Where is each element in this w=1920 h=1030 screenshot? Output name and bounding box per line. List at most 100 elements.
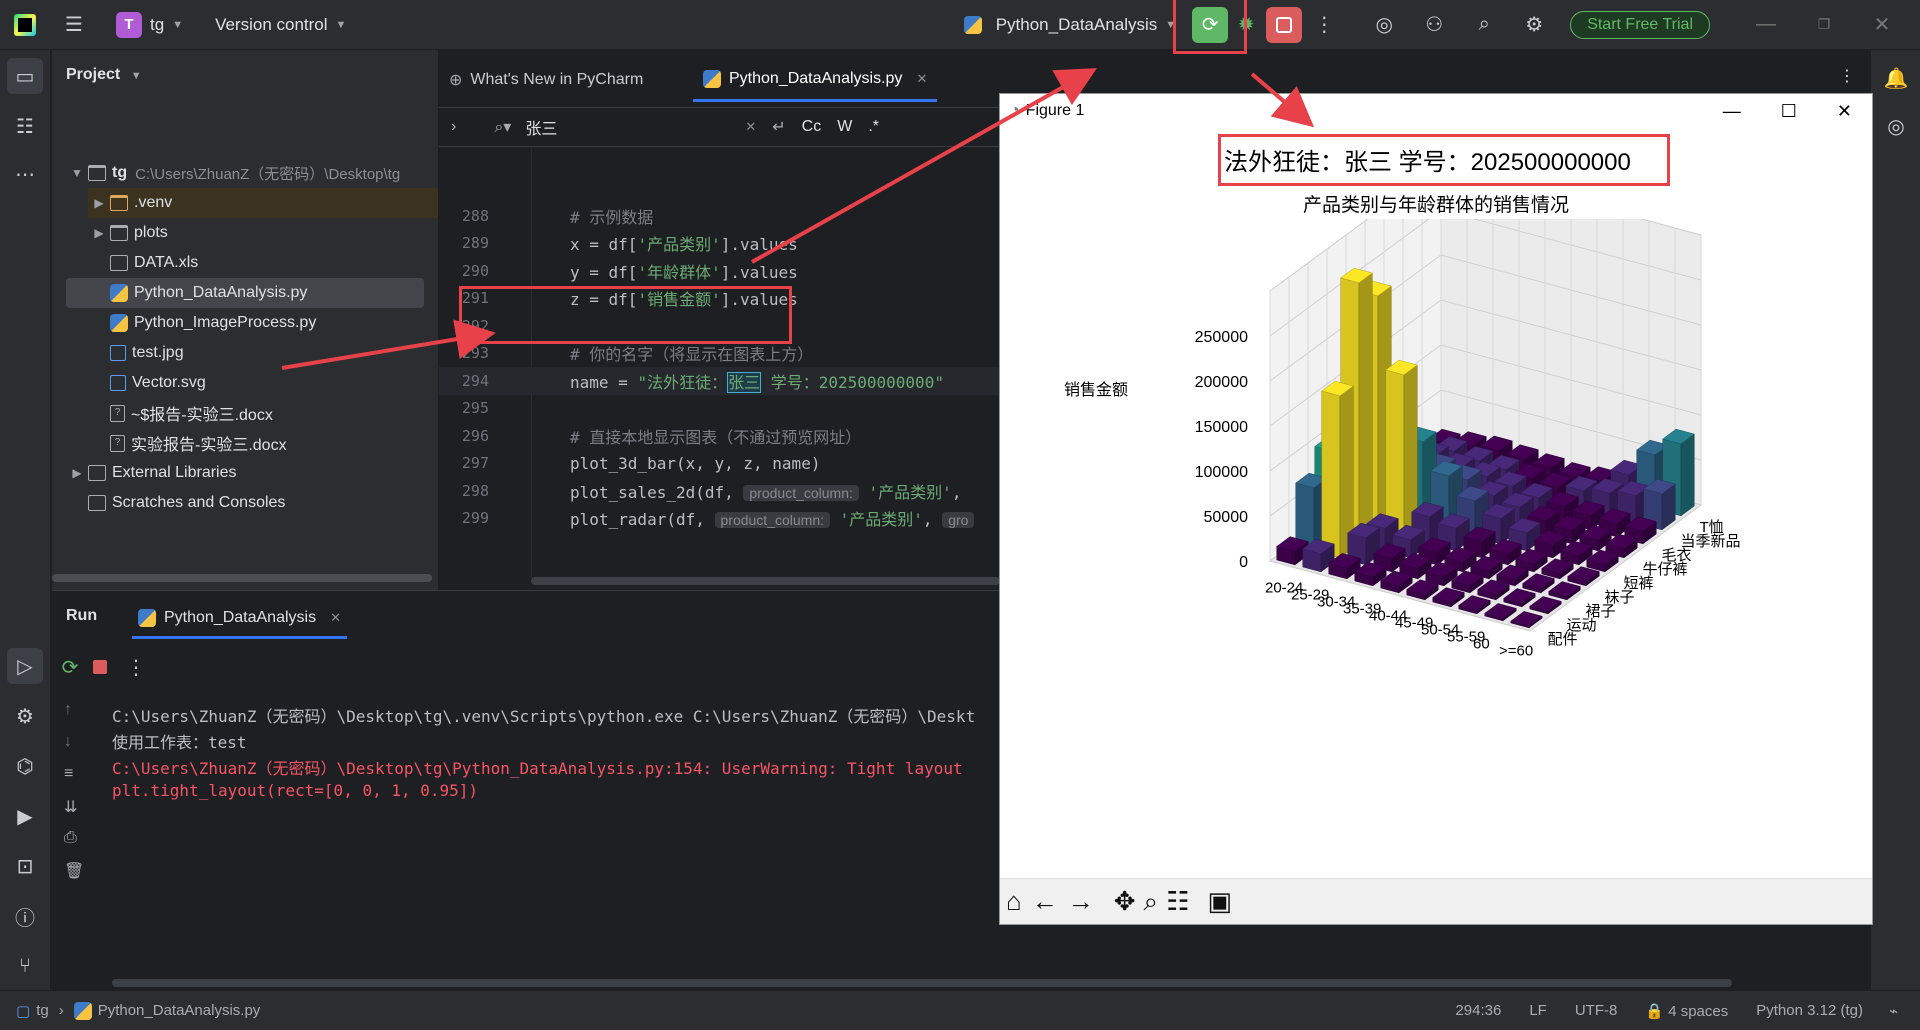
tree-item-scratches[interactable]: Scratches and Consoles — [88, 488, 285, 518]
settings-gear-icon[interactable]: ⚙ — [1516, 7, 1552, 43]
console-horizontal-scrollbar[interactable] — [112, 979, 1732, 987]
tree-item-external-libraries[interactable]: ▶ External Libraries — [66, 458, 237, 488]
breadcrumb-file[interactable]: Python_DataAnalysis.py — [98, 1002, 261, 1019]
folder-icon — [110, 225, 128, 241]
project-tool-icon[interactable]: ▭ — [7, 58, 43, 94]
tree-item-vector-svg[interactable]: Vector.svg — [110, 368, 206, 398]
file-encoding[interactable]: UTF-8 — [1575, 1002, 1618, 1019]
editor-horizontal-scrollbar[interactable] — [531, 577, 1000, 585]
close-window-icon[interactable]: ✕ — [1864, 7, 1900, 43]
python-file-icon — [110, 314, 128, 332]
tree-item-plots[interactable]: ▶ plots — [88, 218, 168, 248]
pan-icon[interactable]: ✥ — [1114, 886, 1136, 917]
code-text: # 示例数据 — [570, 204, 653, 228]
version-control-menu[interactable]: Version control ▼ — [205, 7, 356, 43]
services-icon[interactable]: ▶ — [7, 798, 43, 834]
find-input[interactable]: 张三 — [525, 115, 745, 139]
bar-front-face — [1321, 390, 1341, 559]
project-badge: T — [116, 11, 142, 38]
forward-arrow-icon[interactable]: → — [1068, 886, 1094, 917]
trash-icon[interactable]: 🗑 — [64, 861, 84, 881]
save-figure-icon[interactable]: ▣ — [1207, 886, 1232, 917]
restore-window-icon[interactable]: ❐ — [1806, 7, 1842, 43]
code-token: ].values — [720, 235, 798, 255]
more-actions-icon[interactable]: ⋮ — [118, 649, 154, 685]
stop-icon[interactable] — [82, 649, 118, 685]
git-status-icon[interactable]: ⌁ — [1889, 1002, 1898, 1020]
figure-logo-icon: ◔ — [1010, 102, 1020, 119]
close-tab-icon[interactable]: ✕ — [330, 610, 341, 626]
figure-maximize-icon[interactable]: ☐ — [1781, 101, 1797, 122]
match-case-toggle[interactable]: Cc — [802, 118, 822, 136]
tree-item-report-docx[interactable]: ? 实验报告-实验三.docx — [110, 428, 287, 458]
back-arrow-icon[interactable]: ← — [1032, 886, 1058, 917]
tree-item-root[interactable]: ▼ tg C:\Users\ZhuanZ（无密码）\Desktop\tg — [66, 158, 400, 188]
code-area[interactable]: 288 # 示例数据 289 x = df['产品类别'].values 290 y = … — [439, 202, 1000, 572]
project-panel-title: Project — [66, 66, 121, 83]
chevron-down-icon: ▼ — [130, 70, 142, 82]
soft-wrap-icon[interactable]: ≡ — [64, 765, 73, 783]
project-switcher[interactable]: T tg ▼ — [106, 7, 193, 43]
tree-label: Vector.svg — [132, 374, 206, 391]
project-panel-header[interactable]: Project ▼ — [66, 66, 142, 84]
code-token: ].values — [720, 262, 798, 282]
more-tools-icon[interactable]: ⋯ — [7, 156, 43, 192]
cursor-position[interactable]: 294:36 — [1455, 1002, 1501, 1019]
home-icon[interactable]: ⌂ — [1006, 886, 1022, 917]
problems-icon[interactable]: ⓘ — [7, 898, 43, 934]
start-free-trial-button[interactable]: Start Free Trial — [1570, 10, 1710, 39]
tab-whats-new[interactable]: ⊕ What's New in PyCharm — [449, 58, 643, 102]
python-console-icon[interactable]: ⌬ — [7, 748, 43, 784]
clear-search-icon[interactable]: ✕ — [745, 119, 756, 135]
scroll-to-end-icon[interactable]: ⇊ — [64, 797, 77, 817]
figure-minimize-icon[interactable]: — — [1723, 101, 1741, 122]
notifications-icon[interactable]: 🔔 — [1878, 60, 1914, 96]
print-icon[interactable]: ⎙ — [64, 829, 77, 847]
figure-close-icon[interactable]: ✕ — [1837, 101, 1852, 122]
scroll-up-icon[interactable]: ↑ — [64, 701, 72, 719]
indent-settings[interactable]: 🔒 4 spaces — [1645, 1002, 1728, 1020]
regex-toggle[interactable]: .* — [868, 118, 879, 136]
figure-titlebar[interactable]: ◔ Figure 1 — ☐ ✕ — [1000, 94, 1872, 128]
python-interpreter[interactable]: Python 3.12 (tg) — [1756, 1002, 1863, 1019]
line-separator[interactable]: LF — [1529, 1002, 1547, 1019]
run-config-selector[interactable]: Python_DataAnalysis ▼ — [954, 7, 1186, 43]
configure-subplots-icon[interactable]: ☷ — [1166, 886, 1189, 917]
tree-item-data-xls[interactable]: DATA.xls — [110, 248, 198, 278]
main-menu-icon[interactable]: ☰ — [56, 7, 92, 43]
breadcrumb-project[interactable]: tg — [36, 1002, 49, 1019]
tree-item-venv[interactable]: ▶ .venv — [88, 188, 438, 218]
minimize-window-icon[interactable]: — — [1748, 7, 1784, 43]
git-icon[interactable]: ⑂ — [7, 948, 43, 984]
stop-button[interactable] — [1266, 6, 1303, 43]
rerun-button[interactable]: ⟳ — [1173, 0, 1248, 54]
run-tab[interactable]: Run — [66, 607, 97, 625]
tree-item-test-jpg[interactable]: test.jpg — [110, 338, 184, 368]
globe-icon: ⊕ — [449, 72, 463, 89]
right-tool-strip: 🔔 ◎ — [1870, 50, 1920, 990]
new-line-icon[interactable]: ↵ — [772, 117, 785, 137]
search-icon[interactable]: ⌕ — [1466, 7, 1502, 43]
more-actions-icon[interactable]: ⋮ — [1306, 7, 1342, 43]
whole-word-toggle[interactable]: W — [837, 118, 852, 136]
run-config-tab[interactable]: Python_DataAnalysis ✕ — [132, 599, 347, 639]
editor-more-tabs-icon[interactable]: ⋮ — [1839, 66, 1855, 86]
tree-item-image-process[interactable]: Python_ImageProcess.py — [110, 308, 316, 338]
expand-replace-icon[interactable]: › — [451, 118, 456, 136]
zoom-icon[interactable]: ⌕ — [1144, 886, 1159, 918]
tree-item-data-analysis[interactable]: Python_DataAnalysis.py — [66, 278, 424, 308]
structure-tool-icon[interactable]: ☷ — [7, 108, 43, 144]
ai-chat-icon[interactable]: ◎ — [1878, 108, 1914, 144]
run-tool-icon[interactable]: ▷ — [7, 648, 43, 684]
close-tab-icon[interactable]: ✕ — [916, 71, 927, 87]
tab-data-analysis[interactable]: Python_DataAnalysis.py ✕ — [693, 58, 938, 102]
terminal-icon[interactable]: ⊡ — [7, 848, 43, 884]
tree-item-temp-docx[interactable]: ? ~$报告-实验三.docx — [110, 398, 273, 428]
add-user-icon[interactable]: ⚇ — [1416, 7, 1452, 43]
scroll-down-icon[interactable]: ↓ — [64, 733, 72, 751]
ai-assistant-icon[interactable]: ◎ — [1366, 7, 1402, 43]
python-packages-icon[interactable]: ⚙ — [7, 698, 43, 734]
highlight-box — [1218, 134, 1670, 186]
code-token: x = df[ — [570, 235, 638, 255]
horizontal-scrollbar[interactable] — [52, 574, 432, 582]
